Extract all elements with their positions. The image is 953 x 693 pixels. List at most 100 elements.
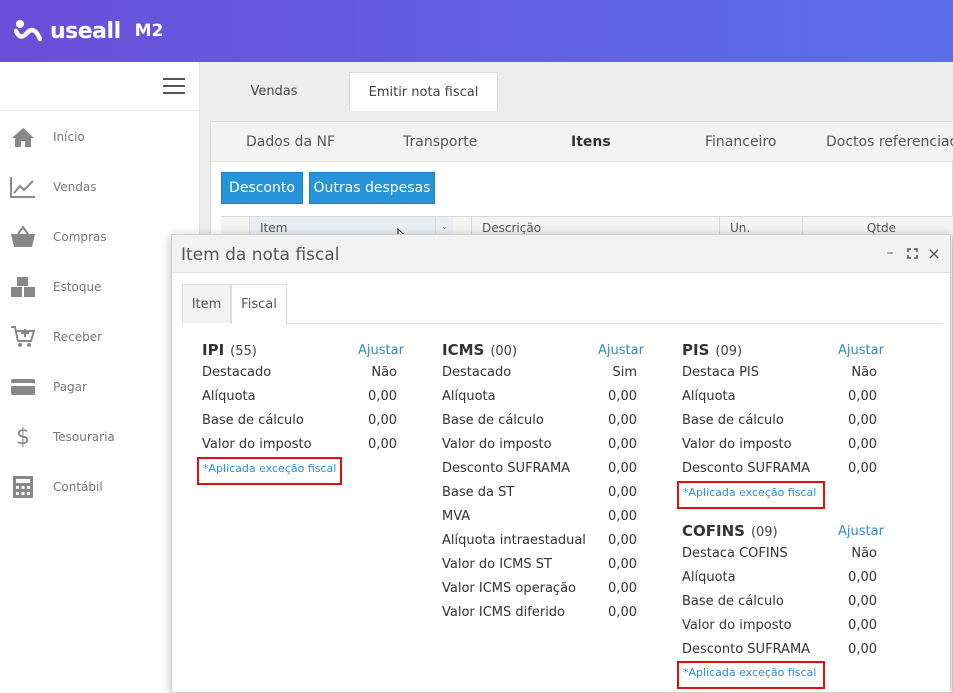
cofins-field-label: Valor do imposto <box>682 618 792 633</box>
outras-despesas-button[interactable]: Outras despesas <box>309 172 435 204</box>
sidebar-item-label: Pagar <box>53 380 87 394</box>
cofins-section-title: COFINS (09) <box>682 522 778 540</box>
cofins-title: COFINS <box>682 522 745 540</box>
sidebar-item-label: Tesouraria <box>53 430 115 444</box>
cofins-field-label: Destaca COFINS <box>682 546 788 561</box>
pis-title: PIS <box>682 341 710 359</box>
sidebar-item-label: Início <box>53 130 85 144</box>
sidebar-item-label: Compras <box>53 230 107 244</box>
icms-field-label: Destacado <box>442 365 512 380</box>
brand-name: useall <box>50 18 121 44</box>
tab-transporte[interactable]: Transporte <box>403 122 477 162</box>
sidebar-item-vendas[interactable]: Vendas <box>0 162 200 212</box>
cart-plus-icon <box>10 324 36 350</box>
cofins-field-label: Base de cálculo <box>682 594 784 609</box>
ipi-title: IPI <box>202 341 225 359</box>
pis-field-label: Desconto SUFRAMA <box>682 461 811 476</box>
tab-doctos-referenciados[interactable]: Doctos referenciados <box>826 122 953 162</box>
tab-emitir-nota-fiscal[interactable]: Emitir nota fiscal <box>349 72 498 111</box>
pis-field-label: Valor do imposto <box>682 437 792 452</box>
tab-item[interactable]: Item <box>182 284 231 323</box>
basket-icon <box>10 224 36 250</box>
icms-field-label: Base de cálculo <box>442 413 544 428</box>
cofins-ajustar-link[interactable]: Ajustar <box>838 524 884 539</box>
pis-field-label: Base de cálculo <box>682 413 784 428</box>
ipi-code: (55) <box>230 344 257 359</box>
cofins-field-value: 0,00 <box>848 594 877 609</box>
tab-dados-da-nf[interactable]: Dados da NF <box>246 122 335 162</box>
icms-field-value: 0,00 <box>608 413 637 428</box>
icms-title: ICMS <box>442 341 485 359</box>
icms-field-label: Valor do ICMS ST <box>442 557 552 572</box>
calculator-icon <box>10 474 36 500</box>
ipi-section-title: IPI (55) <box>202 341 257 359</box>
ipi-field-value: 0,00 <box>368 437 397 452</box>
ipi-exception-link[interactable]: *Aplicada exceção fiscal <box>203 462 336 475</box>
sidebar-divider <box>0 110 200 111</box>
logo-mark-icon <box>14 20 42 42</box>
tab-fiscal[interactable]: Fiscal <box>231 284 287 324</box>
icms-field-label: Desconto SUFRAMA <box>442 461 571 476</box>
sidebar-item-label: Vendas <box>53 180 97 194</box>
sidebar-item-label: Receber <box>53 330 103 344</box>
sidebar-item-tesouraria[interactable]: $ Tesouraria <box>0 412 200 462</box>
sidebar-item-inicio[interactable]: Início <box>0 112 200 162</box>
sidebar-item-compras[interactable]: Compras <box>0 212 200 262</box>
hamburger-menu-icon[interactable] <box>163 78 185 96</box>
ipi-field-label: Alíquota <box>202 389 256 404</box>
icms-field-value: 0,00 <box>608 509 637 524</box>
sidebar-item-label: Contábil <box>53 480 103 494</box>
ipi-field-value: 0,00 <box>368 413 397 428</box>
sidebar-item-estoque[interactable]: Estoque <box>0 262 200 312</box>
icms-field-value: 0,00 <box>608 533 637 548</box>
sidebar-item-pagar[interactable]: Pagar <box>0 362 200 412</box>
sidebar-item-contabil[interactable]: Contábil <box>0 462 200 512</box>
home-icon <box>10 124 36 150</box>
ipi-field-label: Destacado <box>202 365 272 380</box>
icms-field-label: Base da ST <box>442 485 515 500</box>
sub-tabs: Dados da NF Transporte Itens Financeiro … <box>211 122 953 162</box>
tab-divider <box>286 323 942 324</box>
column-header-label: Item <box>260 221 288 235</box>
dialog-title: Item da nota fiscal <box>181 245 340 265</box>
app-header: useall M2 <box>0 0 953 62</box>
icms-field-label: Alíquota <box>442 389 496 404</box>
item-nota-fiscal-dialog: Item da nota fiscal – × Item Fiscal IPI (… <box>171 234 951 693</box>
pis-ajustar-link[interactable]: Ajustar <box>838 343 884 358</box>
ipi-field-value: 0,00 <box>368 389 397 404</box>
sidebar-item-receber[interactable]: Receber <box>0 312 200 362</box>
icms-section-title: ICMS (00) <box>442 341 517 359</box>
desconto-button[interactable]: Desconto <box>221 172 303 204</box>
tab-vendas[interactable]: Vendas <box>230 72 318 111</box>
close-icon[interactable]: × <box>926 244 942 263</box>
icms-ajustar-link[interactable]: Ajustar <box>598 343 644 358</box>
icms-field-value: 0,00 <box>608 485 637 500</box>
dialog-header: Item da nota fiscal – × <box>172 235 950 273</box>
sidebar-item-label: Estoque <box>53 280 102 294</box>
tab-financeiro[interactable]: Financeiro <box>705 122 776 162</box>
pis-section-title: PIS (09) <box>682 341 742 359</box>
pis-exception-link[interactable]: *Aplicada exceção fiscal <box>683 486 816 499</box>
maximize-icon[interactable] <box>904 244 920 262</box>
cofins-field-label: Alíquota <box>682 570 736 585</box>
icms-field-label: MVA <box>442 509 471 524</box>
ipi-field-value: Não <box>371 365 397 380</box>
cofins-field-value: 0,00 <box>848 618 877 633</box>
cofins-code: (09) <box>750 525 778 540</box>
logo[interactable]: useall M2 <box>14 16 163 46</box>
dollar-icon: $ <box>16 424 30 450</box>
boxes-icon <box>10 274 36 300</box>
ipi-ajustar-link[interactable]: Ajustar <box>358 343 404 358</box>
cofins-exception-link[interactable]: *Aplicada exceção fiscal <box>683 666 816 679</box>
tab-itens[interactable]: Itens <box>571 122 611 162</box>
icms-code: (00) <box>490 344 518 359</box>
icms-field-value: 0,00 <box>608 437 637 452</box>
cofins-field-label: Desconto SUFRAMA <box>682 642 811 657</box>
icms-field-value: 0,00 <box>608 581 637 596</box>
icms-field-value: 0,00 <box>608 461 637 476</box>
ipi-field-label: Valor do imposto <box>202 437 312 452</box>
icms-field-label: Alíquota intraestadual <box>442 533 586 548</box>
minimize-icon[interactable]: – <box>882 244 898 262</box>
cofins-field-value: 0,00 <box>848 642 877 657</box>
pis-field-value: 0,00 <box>848 389 877 404</box>
